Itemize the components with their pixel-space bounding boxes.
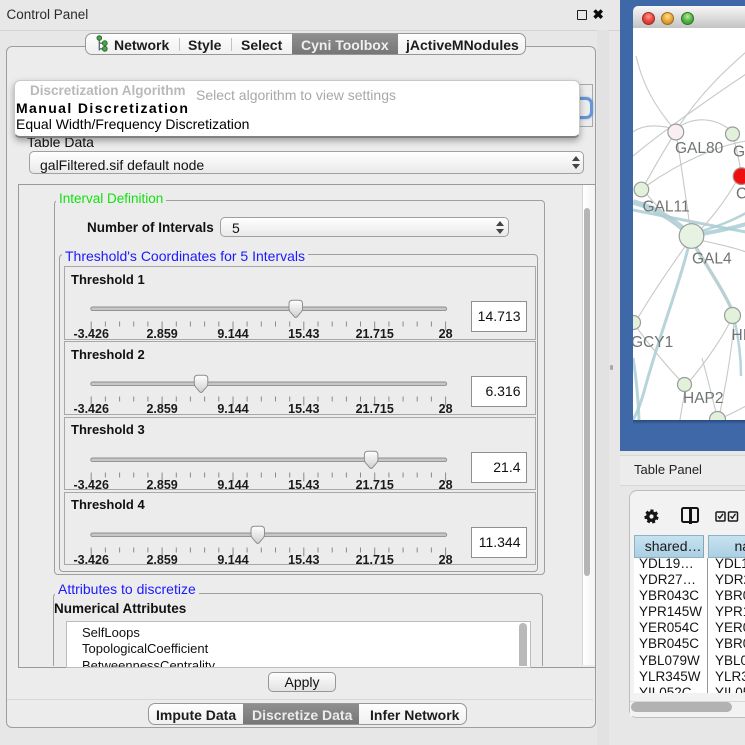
svg-text:GA: GA [733,143,745,160]
svg-text:GAL4: GAL4 [692,250,732,267]
svg-text:9.144: 9.144 [217,553,248,567]
svg-text:2.859: 2.859 [146,327,177,341]
svg-text:-3.426: -3.426 [73,478,108,492]
svg-text:21.715: 21.715 [355,478,393,492]
svg-text:21.715: 21.715 [355,402,393,416]
svg-text:HAP2: HAP2 [683,390,724,407]
svg-text:9.144: 9.144 [217,327,248,341]
svg-text:28: 28 [438,553,452,567]
svg-text:-3.426: -3.426 [73,553,108,567]
svg-text:9.144: 9.144 [217,478,248,492]
svg-text:2.859: 2.859 [146,553,177,567]
svg-text:28: 28 [438,327,452,341]
svg-text:28: 28 [438,478,452,492]
svg-text:15.43: 15.43 [288,553,319,567]
svg-text:21.715: 21.715 [355,553,393,567]
svg-text:2.859: 2.859 [146,478,177,492]
svg-text:21.715: 21.715 [355,327,393,341]
svg-text:C: C [736,185,745,202]
svg-text:HI: HI [731,327,745,344]
svg-text:15.43: 15.43 [288,402,319,416]
svg-text:15.43: 15.43 [288,478,319,492]
svg-text:-3.426: -3.426 [73,402,108,416]
svg-text:-3.426: -3.426 [73,327,108,341]
svg-text:GAL11: GAL11 [642,198,689,215]
svg-text:GCY1: GCY1 [633,334,673,351]
svg-text:28: 28 [438,402,452,416]
svg-text:2.859: 2.859 [146,402,177,416]
svg-text:15.43: 15.43 [288,327,319,341]
svg-text:9.144: 9.144 [217,402,248,416]
svg-text:GAL80: GAL80 [675,140,724,157]
